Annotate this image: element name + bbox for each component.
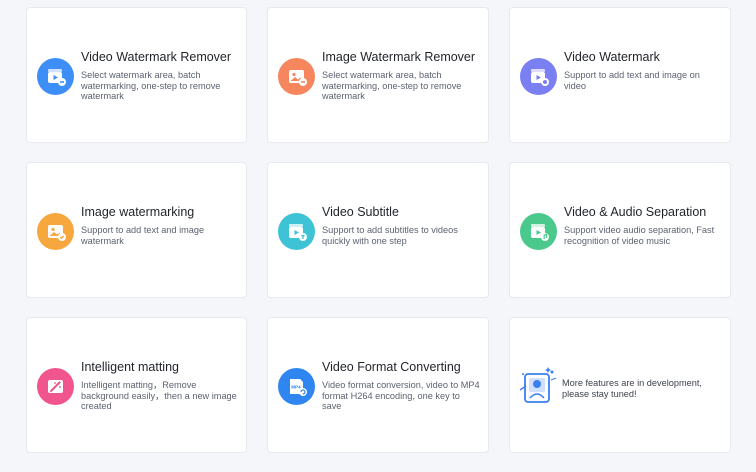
more-features-text: More features are in development, please… [562,378,702,399]
card-image-watermarking[interactable]: Image watermarking Support to add text a… [26,162,247,298]
video-watermark-icon [520,58,557,95]
video-subtitle-icon [278,213,315,250]
card-video-audio-separation[interactable]: Video & Audio Separation Support video a… [509,162,731,298]
card-video-format-converting[interactable]: MP4 Video Format Converting Video format… [267,317,489,453]
image-eraser-icon [278,58,315,95]
card-video-watermark[interactable]: Video Watermark Support to add text and … [509,7,731,143]
card-description: Support video audio separation, Fast rec… [564,225,715,246]
card-title: Video Watermark [564,50,660,64]
card-title: Video Watermark Remover [81,50,232,64]
tool-grid: Video Watermark Remover Select watermark… [26,7,731,453]
card-title: Intelligent matting [81,360,179,374]
video-eraser-icon [37,58,74,95]
card-description: Select watermark area, batch watermarkin… [322,70,462,102]
card-image-watermark-remover[interactable]: Image Watermark Remover Select watermark… [267,7,489,143]
card-title: Image watermarking [81,205,195,219]
card-description: Support to add text and image on video [564,70,700,91]
mp4-convert-icon: MP4 [278,368,315,405]
card-title: Video Format Converting [322,360,461,374]
card-description: Intelligent matting，Remove background ea… [81,380,237,412]
card-description: Select watermark area, batch watermarkin… [81,70,221,102]
card-intelligent-matting[interactable]: Intelligent matting Intelligent matting，… [26,317,247,453]
card-title: Image Watermark Remover [322,50,476,64]
card-video-subtitle[interactable]: Video Subtitle Support to add subtitles … [267,162,489,298]
card-description: Video format conversion, video to MP4 fo… [322,380,480,412]
card-description: Support to add subtitles to videos quick… [322,225,458,246]
card-title: Video Subtitle [322,205,399,219]
magic-wand-icon [37,368,74,405]
in-development-icon [518,364,558,408]
image-watermark-icon [37,213,74,250]
audio-separation-icon [520,213,557,250]
card-more-features: More features are in development, please… [509,317,731,453]
card-description: Support to add text and image watermark [81,225,205,246]
mp4-badge-text: MP4 [291,384,301,389]
card-video-watermark-remover[interactable]: Video Watermark Remover Select watermark… [26,7,247,143]
card-title: Video & Audio Separation [564,205,707,219]
